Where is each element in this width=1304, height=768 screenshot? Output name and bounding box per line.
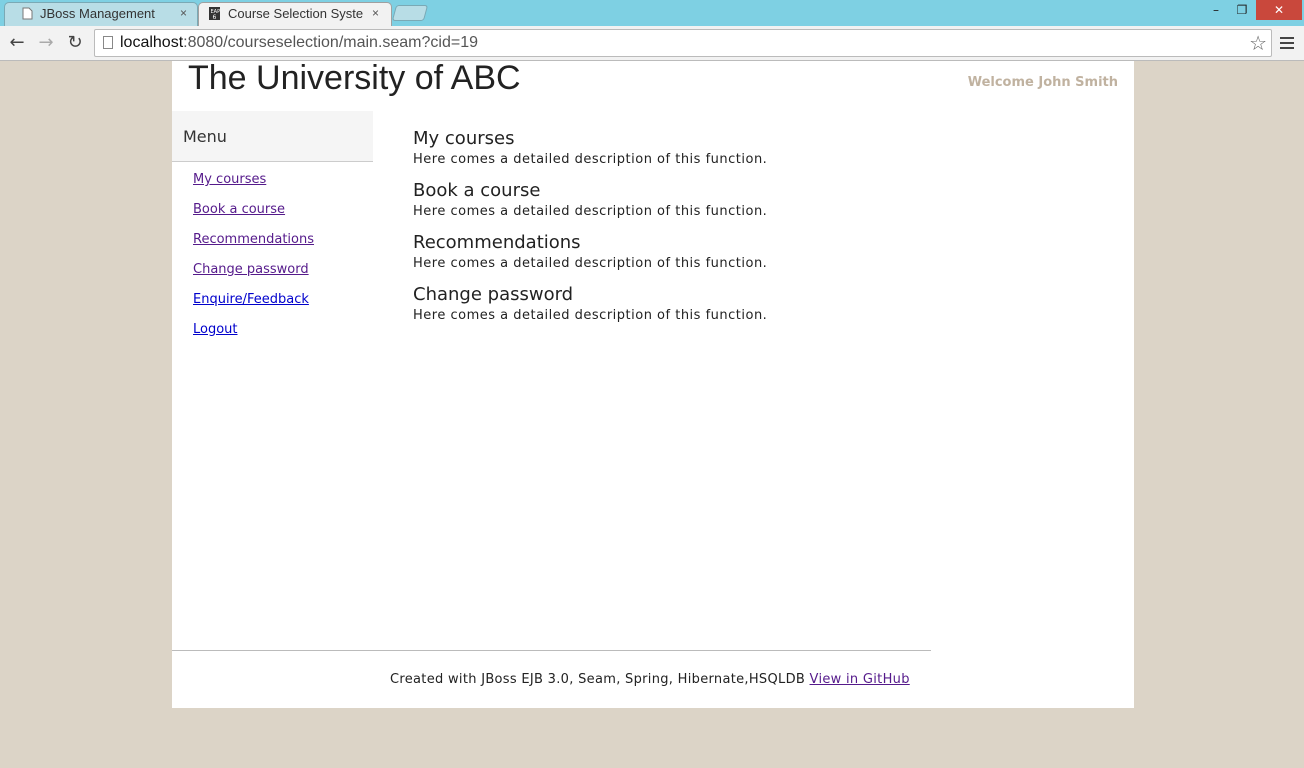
sidebar-item-my-courses[interactable]: My courses [193,172,266,187]
sidebar-item-logout[interactable]: Logout [193,322,238,337]
restore-icon[interactable]: ❐ [1230,0,1254,20]
new-tab-button[interactable] [391,5,429,21]
window-close-icon[interactable]: ✕ [1256,0,1302,20]
site-title: The University of ABC [188,59,521,97]
feature-title: Book a course [413,180,541,201]
tab-title: JBoss Management [40,6,155,21]
feature-description: Here comes a detailed description of thi… [413,204,768,219]
page-icon [22,7,33,20]
feature-description: Here comes a detailed description of thi… [413,308,768,323]
footer: Created with JBoss EJB 3.0, Seam, Spring… [390,672,910,687]
tab-title: Course Selection Syster [228,6,364,21]
sidebar-item-book-a-course[interactable]: Book a course [193,202,285,217]
bookmark-star-icon[interactable]: ☆ [1249,31,1267,55]
url-host: localhost [120,34,184,51]
page-icon [103,36,113,49]
browser-tab-bar: JBoss Management × EAP 6 Course Selection… [0,0,1304,26]
sidebar-item-enquire-feedback[interactable]: Enquire/Feedback [193,292,309,307]
feature-section: Recommendations Here comes a detailed de… [413,232,767,276]
feature-section: Book a course Here comes a detailed desc… [413,180,767,224]
feature-title: Recommendations [413,232,581,253]
welcome-message: Welcome John Smith [967,75,1118,90]
page-container: The University of ABC Welcome John Smith… [172,59,1134,708]
reload-icon[interactable]: ↻ [63,31,87,55]
tab-close-icon[interactable]: × [372,6,379,20]
sidebar-item-recommendations[interactable]: Recommendations [193,232,314,247]
address-bar[interactable]: localhost:8080/courseselection/main.seam… [94,29,1272,57]
url-text[interactable]: localhost:8080/courseselection/main.seam… [120,34,478,52]
main-content: My courses Here comes a detailed descrip… [413,128,767,336]
feature-description: Here comes a detailed description of thi… [413,256,768,271]
svg-text:6: 6 [213,14,217,20]
url-path: :8080/courseselection/main.seam?cid=19 [183,34,478,51]
tab-course-selection[interactable]: EAP 6 Course Selection Syster × [198,2,392,26]
feature-section: My courses Here comes a detailed descrip… [413,128,767,172]
feature-title: My courses [413,128,515,149]
sidebar-item-change-password[interactable]: Change password [193,262,309,277]
feature-title: Change password [413,284,574,305]
tab-jboss-management[interactable]: JBoss Management × [4,2,198,26]
sidebar: Menu My courses Book a course Recommenda… [172,111,373,350]
footer-divider [172,650,931,651]
sidebar-heading: Menu [172,111,373,162]
jboss-eap-icon: EAP6 [209,7,220,20]
sidebar-menu: My courses Book a course Recommendations… [172,162,373,350]
feature-section: Change password Here comes a detailed de… [413,284,767,328]
back-arrow-icon[interactable]: ← [5,31,29,55]
github-link[interactable]: View in GitHub [810,672,910,687]
browser-menu-icon[interactable] [1280,34,1294,52]
minimize-icon[interactable]: – [1204,0,1228,20]
browser-toolbar: ← → ↻ localhost:8080/courseselection/mai… [0,26,1304,61]
forward-arrow-icon[interactable]: → [34,31,58,55]
feature-description: Here comes a detailed description of thi… [413,152,768,167]
footer-text: Created with JBoss EJB 3.0, Seam, Spring… [390,672,810,687]
tab-close-icon[interactable]: × [180,6,187,20]
